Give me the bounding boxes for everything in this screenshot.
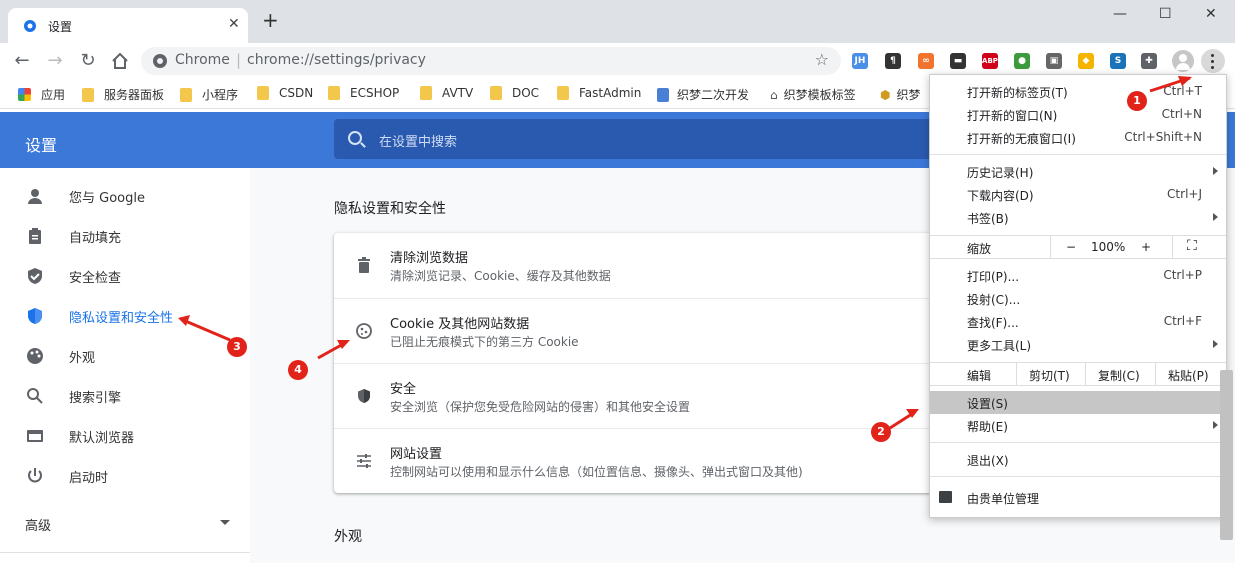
annotation-badge-1: 1 bbox=[1127, 91, 1147, 111]
arrow-4-icon bbox=[317, 340, 350, 360]
annotation-badge-2: 2 bbox=[871, 422, 891, 442]
annotation-badge-3: 3 bbox=[227, 337, 247, 357]
arrow-1-icon bbox=[1149, 76, 1192, 93]
arrow-3-icon bbox=[178, 315, 231, 342]
arrow-2-icon bbox=[889, 409, 919, 430]
annotation-badge-4: 4 bbox=[288, 360, 308, 380]
annotation-layer bbox=[178, 76, 1192, 430]
